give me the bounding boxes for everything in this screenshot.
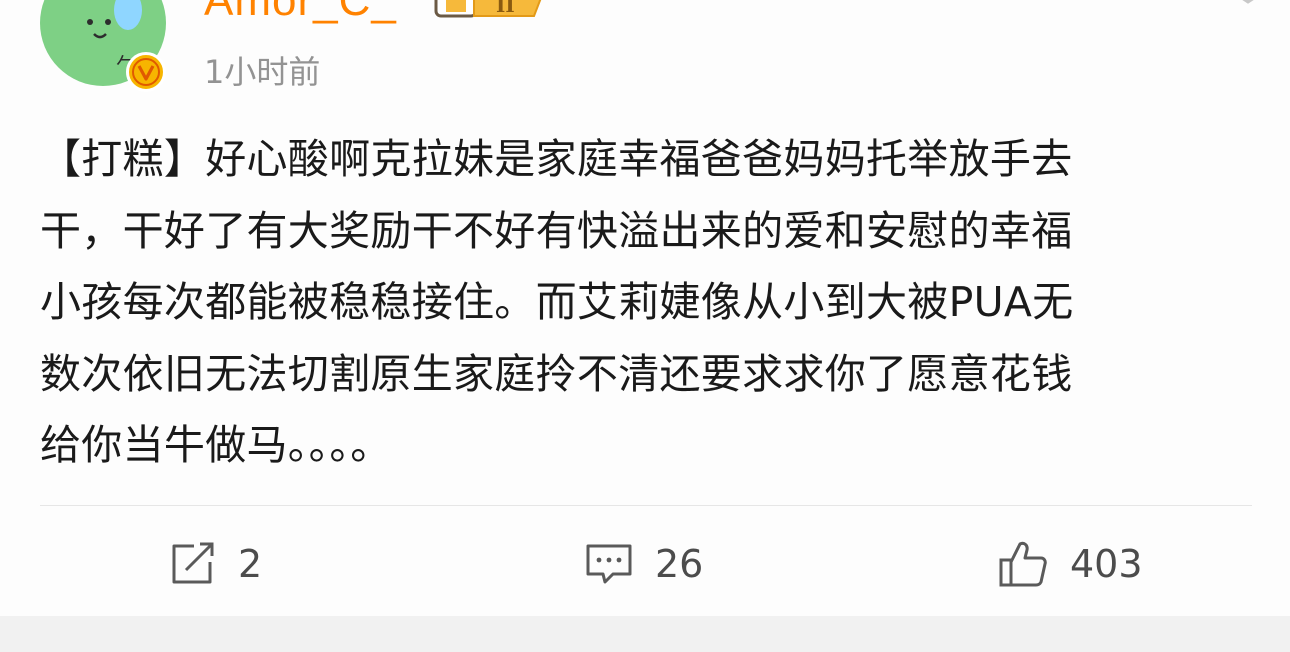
username[interactable]: Amor_C_	[204, 0, 397, 26]
repost-button[interactable]: 2	[170, 538, 262, 590]
thumbs-up-icon	[999, 541, 1047, 587]
more-chevron-icon[interactable]	[1228, 0, 1268, 10]
like-count: 403	[1070, 542, 1143, 586]
post-content-line: 小孩每次都能被稳稳接住。而艾莉婕像从小到大被PUA无	[40, 278, 1074, 326]
repost-count: 2	[238, 542, 263, 586]
user-level-badge-icon: II	[434, 0, 550, 20]
comment-button[interactable]: 26	[585, 538, 703, 590]
post-content-line: 【打糕】好心酸啊克拉妹是家庭幸福爸爸妈妈托举放手去	[40, 135, 1073, 183]
bottom-separator	[0, 616, 1290, 652]
post-content: 【打糕】好心酸啊克拉妹是家庭幸福爸爸妈妈托举放手去 干，干好了有大奖励干不好有快…	[40, 124, 1255, 482]
divider	[40, 505, 1252, 506]
post-content-line: 数次依旧无法切割原生家庭拎不清还要求求你了愿意花钱	[40, 349, 1073, 398]
post-timestamp: 1小时前	[204, 53, 321, 91]
post-content-line: 给你当牛做马。。。。	[40, 421, 392, 469]
level-badge-text: II	[496, 0, 515, 17]
weibo-post-card: 𠂉 Amor_C_ II 1小时前 【打糕】好心酸啊克拉妹是家庭幸福爸爸妈妈托举…	[0, 0, 1290, 616]
repost-icon	[172, 542, 214, 584]
like-button[interactable]: 403	[998, 538, 1143, 590]
user-avatar[interactable]: 𠂉	[40, 0, 166, 92]
post-content-line: 干，干好了有大奖励干不好有快溢出来的爱和安慰的幸福	[40, 206, 1073, 255]
comment-icon	[586, 544, 632, 584]
verified-badge-icon	[126, 52, 166, 92]
comment-count: 26	[655, 542, 704, 586]
